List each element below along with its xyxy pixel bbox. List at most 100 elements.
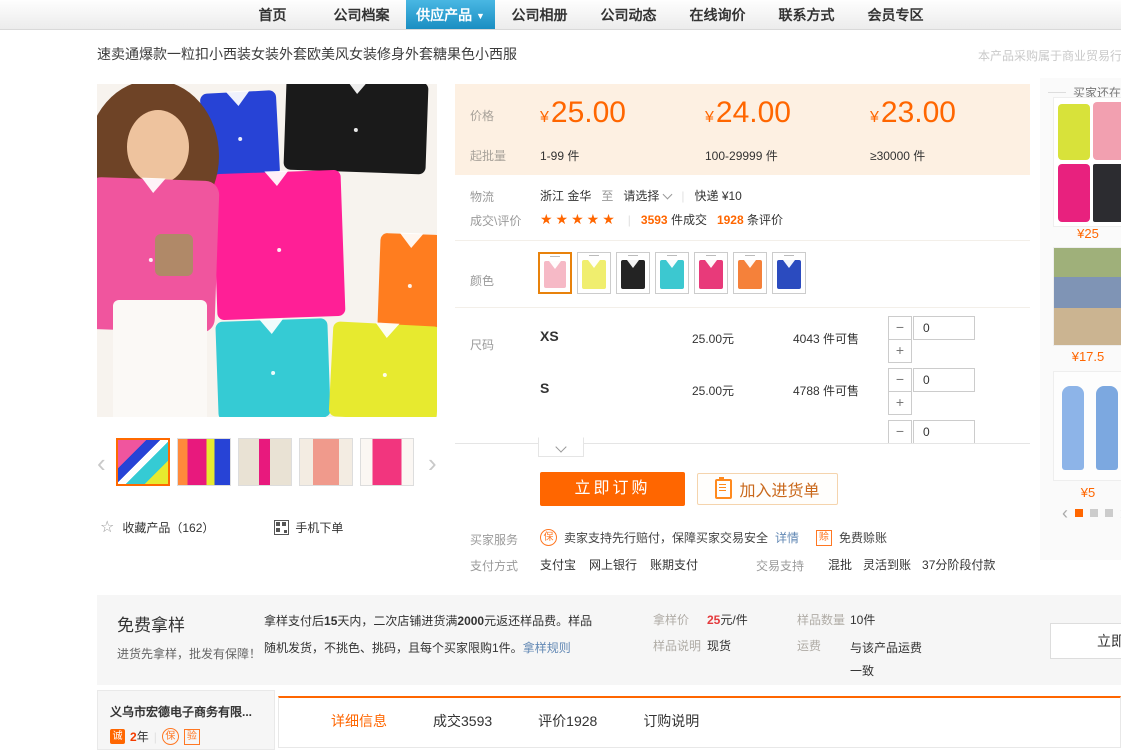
minus-button[interactable]: − — [888, 316, 912, 340]
sample-slogan: 进货先拿样，批发有保障！ — [117, 645, 261, 662]
related-product-price: ¥17.5 — [1053, 349, 1121, 364]
pager-dot-3[interactable] — [1105, 509, 1113, 517]
related-product-image-1[interactable] — [1053, 97, 1121, 227]
sample-description: 拿样支付后15天内，二次店铺进货满2000元返还样品费。样品 随机发货，不挑色、… — [264, 608, 624, 662]
nav-label: 供应产品 — [416, 7, 472, 23]
seller-card: 义乌市宏德电子商务有限... 诚 2年 | 保 验 — [97, 690, 275, 750]
order-now-button[interactable]: 立即订购 — [540, 472, 685, 506]
minus-button[interactable]: − — [888, 368, 912, 392]
nav-item-member-zone[interactable]: 会员专区 — [851, 0, 940, 29]
integrity-badge-icon: 诚 — [110, 729, 125, 744]
blazer-yellow — [329, 321, 437, 417]
support-flexible-arrival: 灵活到账 — [863, 556, 911, 573]
nav-label: 公司档案 — [334, 7, 390, 23]
related-product-image-2[interactable] — [1053, 247, 1121, 346]
seller-name[interactable]: 义乌市宏德电子商务有限... — [110, 703, 274, 720]
payment-method-ebank[interactable]: 网上银行 — [589, 556, 637, 573]
guarantee-text: 卖家支持先行赔付，保障买家交易安全 — [564, 529, 768, 546]
logistics-label: 物流 — [470, 188, 494, 205]
sidebar-pager: ‹ › — [1062, 506, 1121, 520]
nav-label: 在线询价 — [690, 7, 746, 23]
sample-rule-link[interactable]: 拿样规则 — [523, 641, 571, 655]
tab-reviews[interactable]: 评价1928 — [538, 698, 597, 747]
sample-price-label: 拿样价 — [653, 611, 689, 628]
minus-button[interactable]: − — [888, 420, 912, 443]
detail-link[interactable]: 详情 — [775, 529, 799, 546]
color-swatch-blue[interactable] — [772, 252, 806, 294]
main-product-image[interactable] — [97, 84, 437, 417]
reviews-link[interactable]: 1928 条评价 — [717, 211, 783, 228]
blazer-cyan — [215, 318, 330, 417]
payment-label: 支付方式 — [470, 557, 518, 574]
seller-badges: 诚 2年 | 保 验 — [110, 728, 274, 745]
payment-method-credit-term[interactable]: 账期支付 — [650, 556, 698, 573]
thumbs-prev-icon[interactable]: ‹ — [97, 450, 106, 476]
plus-button[interactable]: + — [888, 391, 912, 415]
divider: | — [628, 213, 631, 227]
favorite-product-link[interactable]: 收藏产品（162） — [122, 519, 214, 536]
nav-label: 首页 — [259, 7, 287, 23]
thumbs-next-icon[interactable]: › — [428, 450, 437, 476]
thumbnail-strip — [116, 438, 414, 486]
expand-sizes-button[interactable] — [538, 437, 584, 457]
thumbnail-1[interactable] — [116, 438, 170, 486]
pager-dot-1[interactable] — [1075, 509, 1083, 517]
color-swatch-cyan[interactable] — [655, 252, 689, 294]
thumbnail-3[interactable] — [238, 438, 292, 486]
certification-badge-icon: 验 — [184, 729, 200, 745]
color-swatch-rose[interactable] — [694, 252, 728, 294]
chevron-down-icon — [555, 441, 566, 452]
tab-detail-info[interactable]: 详细信息 — [331, 698, 387, 747]
get-sample-button[interactable]: 立即拿样 — [1050, 623, 1121, 659]
nav-item-company-profile[interactable]: 公司档案 — [317, 0, 406, 29]
sample-title: 免费拿样 — [117, 611, 185, 636]
currency-symbol: ¥ — [870, 109, 879, 126]
destination-select[interactable]: 请选择 — [623, 187, 671, 204]
model-handbag — [155, 234, 193, 276]
add-to-cart-label: 加入进货单 — [739, 477, 819, 501]
blazer-black — [283, 84, 428, 174]
quantity-input[interactable] — [913, 420, 975, 443]
qr-code-icon — [274, 520, 289, 535]
add-to-cart-button[interactable]: 加入进货单 — [697, 473, 838, 505]
nav-item-online-inquiry[interactable]: 在线询价 — [673, 0, 762, 29]
color-swatch-pink[interactable] — [538, 252, 572, 294]
nav-item-products[interactable]: 供应产品 ▼ — [406, 0, 495, 29]
related-product-image-3[interactable] — [1053, 371, 1121, 481]
size-name: S — [540, 380, 549, 396]
payment-method-alipay[interactable]: 支付宝 — [540, 556, 576, 573]
plus-button[interactable]: + — [888, 339, 912, 363]
size-row-s: S 25.00元 4788 件可售 − + — [540, 366, 1030, 418]
chevron-down-icon — [663, 190, 673, 200]
size-list: XS 25.00元 4043 件可售 − + S 25.00元 4788 件可售… — [540, 314, 1030, 443]
chevron-down-icon: ▼ — [476, 11, 485, 21]
color-swatch-yellow[interactable] — [577, 252, 611, 294]
tab-order-notes[interactable]: 订购说明 — [643, 698, 699, 747]
quantity-input[interactable] — [913, 316, 975, 340]
thumbnail-5[interactable] — [360, 438, 414, 486]
quantity-input[interactable] — [913, 368, 975, 392]
hanger-icon — [628, 255, 638, 256]
pager-dot-2[interactable] — [1090, 509, 1098, 517]
color-swatch-black[interactable] — [616, 252, 650, 294]
size-price: 25.00元 — [692, 382, 734, 399]
support-mixed-batch: 混批 — [828, 556, 852, 573]
mobile-order-link[interactable]: 手机下单 — [295, 519, 343, 536]
hanger-icon — [745, 255, 755, 256]
nav-item-company-news[interactable]: 公司动态 — [584, 0, 673, 29]
thumbnail-2[interactable] — [177, 438, 231, 486]
tab-deals[interactable]: 成交3593 — [433, 698, 492, 747]
nav-item-company-album[interactable]: 公司相册 — [495, 0, 584, 29]
swatch-color — [699, 260, 723, 289]
size-name: XS — [540, 328, 559, 344]
thumbnail-4[interactable] — [299, 438, 353, 486]
sample-note: 现货 — [707, 637, 731, 654]
color-swatch-orange[interactable] — [733, 252, 767, 294]
pager-prev-icon[interactable]: ‹ — [1062, 506, 1068, 520]
deals-link[interactable]: 3593 件成交 — [641, 211, 707, 228]
star-icon[interactable]: ☆ — [100, 517, 114, 537]
nav-item-contact[interactable]: 联系方式 — [762, 0, 851, 29]
nav-item-home[interactable]: 首页 — [228, 0, 317, 29]
express-fee: 快递 ¥10 — [695, 187, 742, 204]
sample-qty: 10件 — [850, 611, 875, 628]
